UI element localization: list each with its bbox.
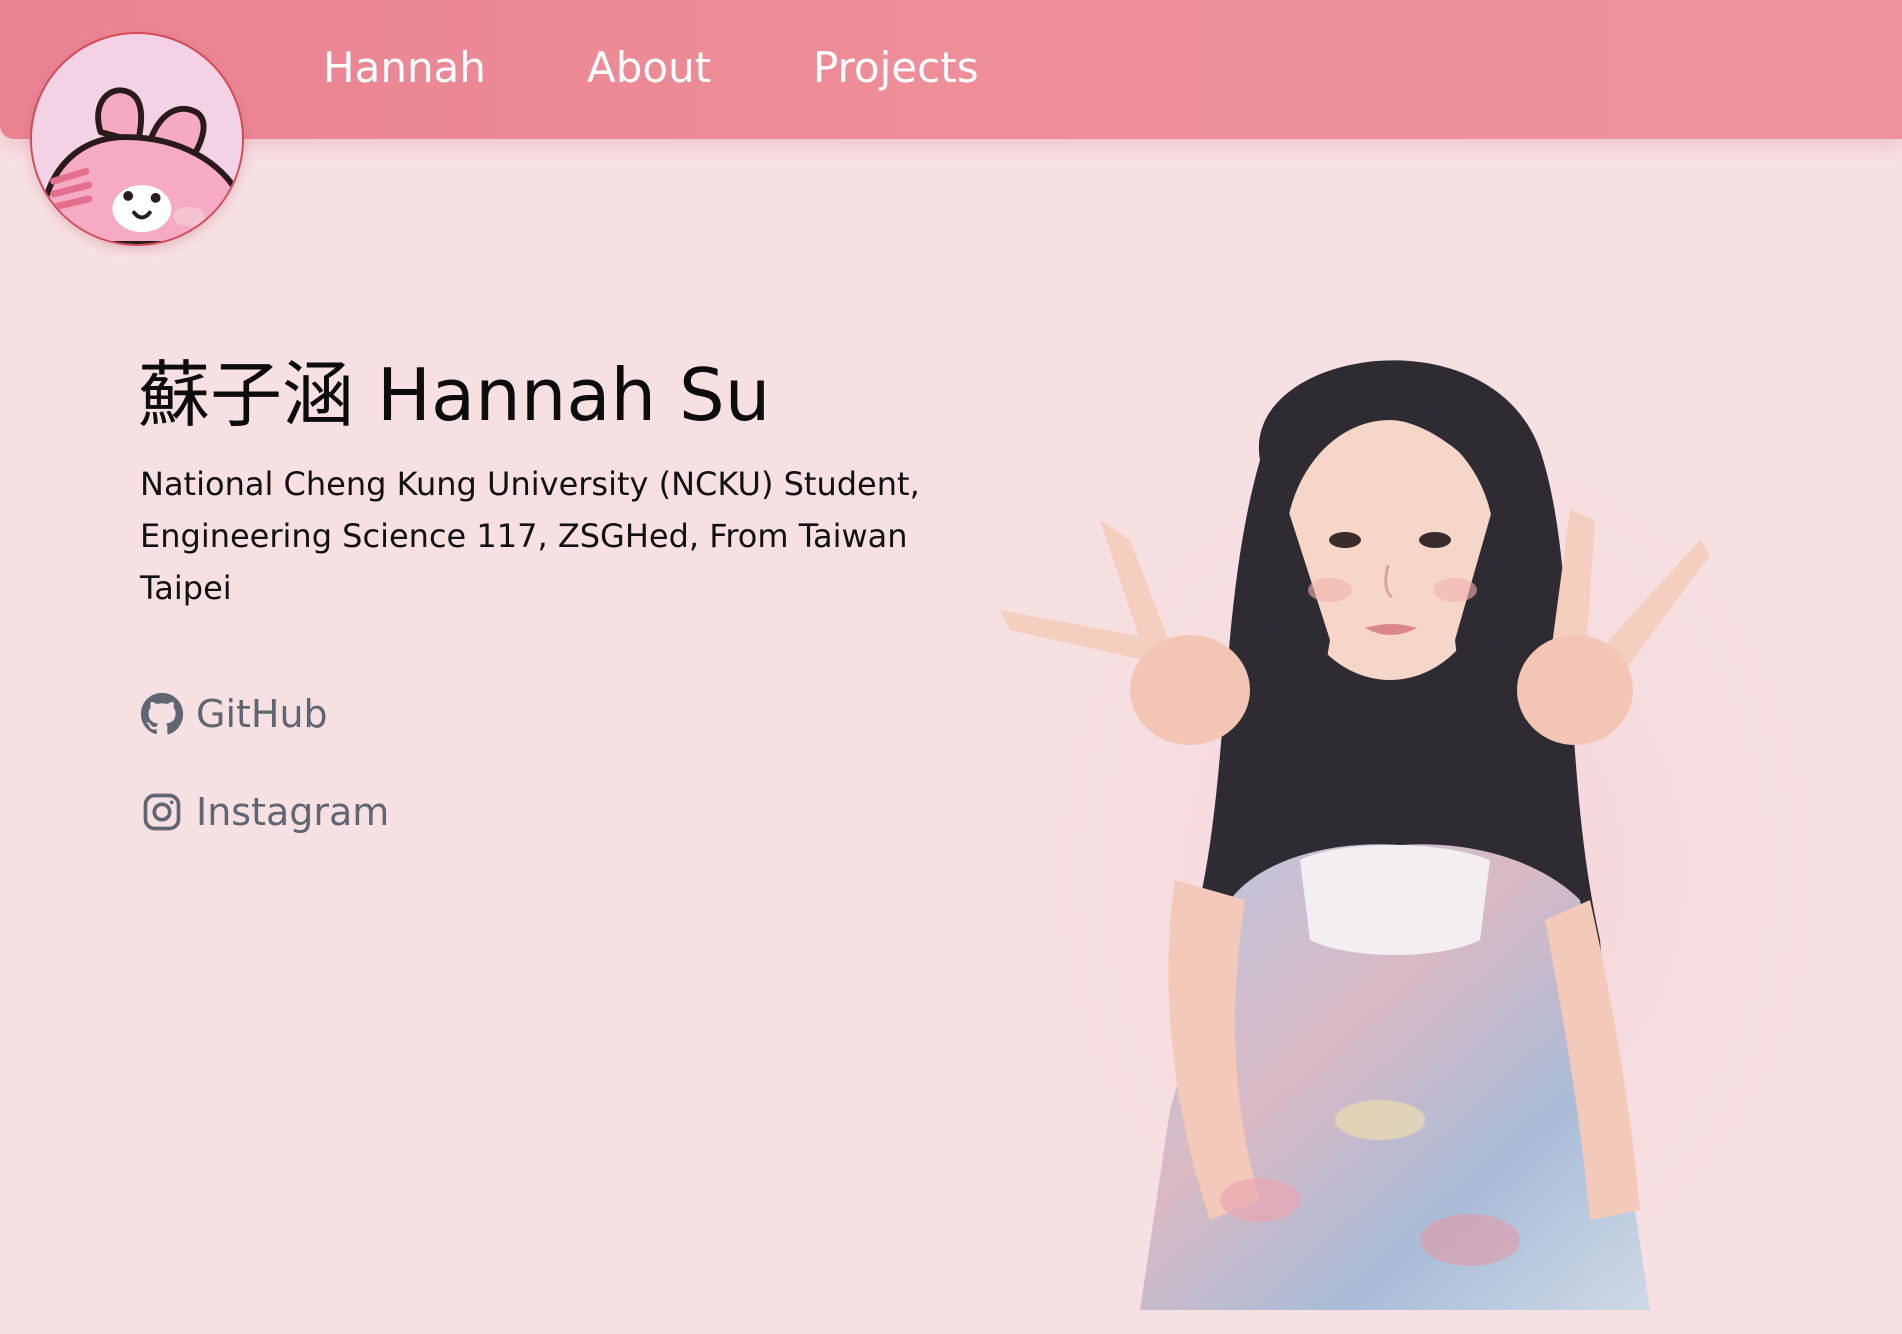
bio-text: National Cheng Kung University (NCKU) St… — [140, 458, 970, 614]
instagram-label: Instagram — [196, 790, 390, 834]
github-link[interactable]: GitHub — [140, 689, 328, 739]
nav-link-hannah[interactable]: Hannah — [323, 40, 486, 96]
top-navbar: Hannah About Projects — [0, 0, 1902, 139]
bunny-avatar-image — [32, 34, 242, 244]
github-icon — [140, 692, 184, 736]
bio-line-1: National Cheng Kung University (NCKU) St… — [140, 465, 920, 503]
nav-link-projects[interactable]: Projects — [813, 40, 979, 96]
bio-line-3: Taipei — [140, 569, 232, 607]
github-label: GitHub — [196, 692, 328, 736]
instagram-link[interactable]: Instagram — [140, 787, 389, 837]
portrait-photo — [1000, 340, 1870, 1310]
avatar[interactable] — [30, 32, 244, 246]
nav-link-about[interactable]: About — [587, 40, 711, 96]
instagram-icon — [140, 790, 184, 834]
bio-line-2: Engineering Science 117, ZSGHed, From Ta… — [140, 517, 908, 555]
page-title: 蘇子涵 Hannah Su — [138, 353, 771, 437]
